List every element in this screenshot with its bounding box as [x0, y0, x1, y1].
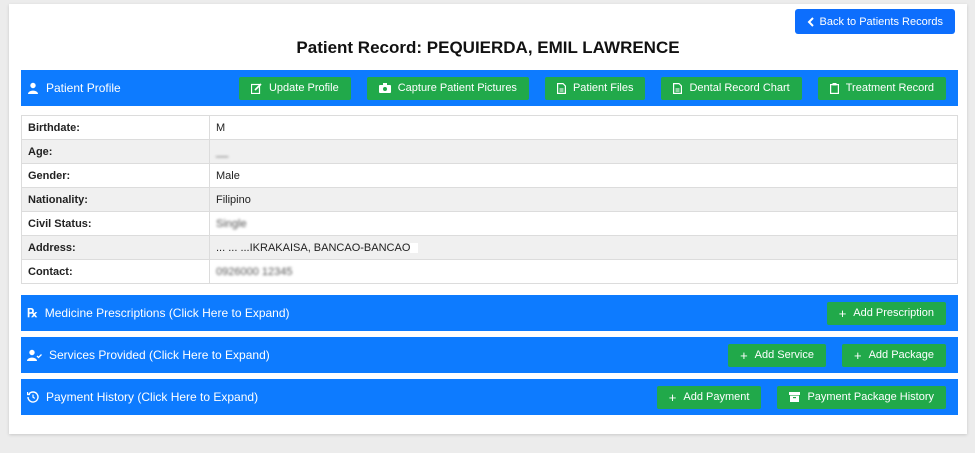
patient-record-card: Back to Patients Records Patient Record:… [9, 4, 967, 434]
age-label: Age: [21, 139, 210, 164]
file-icon [556, 82, 566, 94]
prescription-icon: ℞ [27, 306, 38, 320]
services-label: Services Provided (Click Here to Expand) [49, 348, 270, 362]
address-label: Address: [21, 235, 210, 260]
nationality-label: Nationality: [21, 187, 210, 212]
civil-status-text: Single [216, 217, 247, 230]
contact-label: Contact: [21, 259, 210, 284]
chevron-left-icon [807, 16, 815, 27]
add-prescription-button[interactable]: + Add Prescription [826, 301, 946, 325]
camera-icon [378, 83, 391, 93]
capture-pictures-label: Capture Patient Pictures [397, 82, 517, 94]
table-row: Age: __ [21, 139, 958, 164]
table-row: Birthdate: M [21, 115, 958, 140]
table-row: Contact: 0926000 12345 [21, 259, 958, 284]
payment-history-label: Payment History (Click Here to Expand) [46, 390, 259, 404]
add-prescription-label: Add Prescription [853, 307, 934, 319]
contact-value: 0926000 12345 [209, 259, 958, 284]
dental-record-chart-button[interactable]: Dental Record Chart [661, 76, 802, 100]
table-row: Civil Status: Single [21, 211, 958, 236]
patient-profile-bar: Patient Profile Update Profile Capture P… [21, 70, 958, 106]
address-text: ... ... ...IKRAKAISA, BANCAO-BANCAO [216, 241, 411, 254]
back-button-label: Back to Patients Records [819, 15, 943, 28]
civil-status-label: Civil Status: [21, 211, 210, 236]
treatment-record-button[interactable]: Treatment Record [817, 76, 946, 100]
patient-profile-table: Birthdate: M Age: __ Gender: Male Nation… [21, 115, 958, 284]
plus-icon: + [838, 305, 847, 321]
page-title: Patient Record: PEQUIERDA, EMIL LAWRENCE [296, 38, 680, 57]
file-icon [673, 82, 683, 94]
table-row: Gender: Male [21, 163, 958, 188]
patient-files-label: Patient Files [572, 82, 634, 94]
edit-icon [250, 82, 262, 94]
address-value: ... ... ...IKRAKAISA, BANCAO-BANCAO [209, 235, 958, 260]
history-icon [27, 391, 39, 403]
plus-icon: + [668, 389, 677, 405]
plus-icon: + [740, 347, 748, 363]
patient-profile-label: Patient Profile [46, 81, 121, 95]
add-service-label: Add Service [754, 349, 814, 361]
payment-history-section-bar[interactable]: Payment History (Click Here to Expand) +… [21, 379, 958, 415]
back-to-patients-button[interactable]: Back to Patients Records [795, 9, 955, 34]
add-package-button[interactable]: + Add Package [841, 343, 946, 367]
nationality-value: Filipino [209, 187, 958, 212]
age-text: __ [216, 145, 229, 158]
clipboard-icon [829, 82, 839, 94]
birthdate-text: M [216, 121, 226, 134]
table-row: Address: ... ... ...IKRAKAISA, BANCAO-BA… [21, 235, 958, 260]
update-profile-button[interactable]: Update Profile [238, 76, 351, 100]
archive-icon [789, 392, 801, 402]
services-section-bar[interactable]: Services Provided (Click Here to Expand)… [21, 337, 958, 373]
dental-record-chart-label: Dental Record Chart [689, 82, 790, 94]
table-row: Nationality: Filipino [21, 187, 958, 212]
prescriptions-section-bar[interactable]: ℞ Medicine Prescriptions (Click Here to … [21, 295, 958, 331]
add-service-button[interactable]: + Add Service [728, 343, 826, 367]
prescriptions-label: Medicine Prescriptions (Click Here to Ex… [44, 306, 290, 320]
add-payment-button[interactable]: + Add Payment [656, 385, 762, 409]
birthdate-value: M [209, 115, 958, 140]
contact-text: 0926000 12345 [216, 265, 293, 278]
civil-status-value: Single [209, 211, 958, 236]
gender-label: Gender: [21, 163, 210, 188]
age-value: __ [209, 139, 958, 164]
add-package-label: Add Package [868, 349, 934, 361]
capture-patient-pictures-button[interactable]: Capture Patient Pictures [366, 76, 529, 100]
birthdate-label: Birthdate: [21, 115, 210, 140]
user-icon [27, 82, 39, 94]
user-check-icon [27, 349, 42, 361]
update-profile-label: Update Profile [268, 82, 339, 94]
treatment-record-label: Treatment Record [845, 82, 934, 94]
plus-icon: + [853, 347, 862, 363]
patient-files-button[interactable]: Patient Files [544, 76, 646, 100]
gender-value: Male [209, 163, 958, 188]
payment-package-history-label: Payment Package History [807, 391, 934, 403]
payment-package-history-button[interactable]: Payment Package History [777, 385, 946, 409]
add-payment-label: Add Payment [683, 391, 750, 403]
